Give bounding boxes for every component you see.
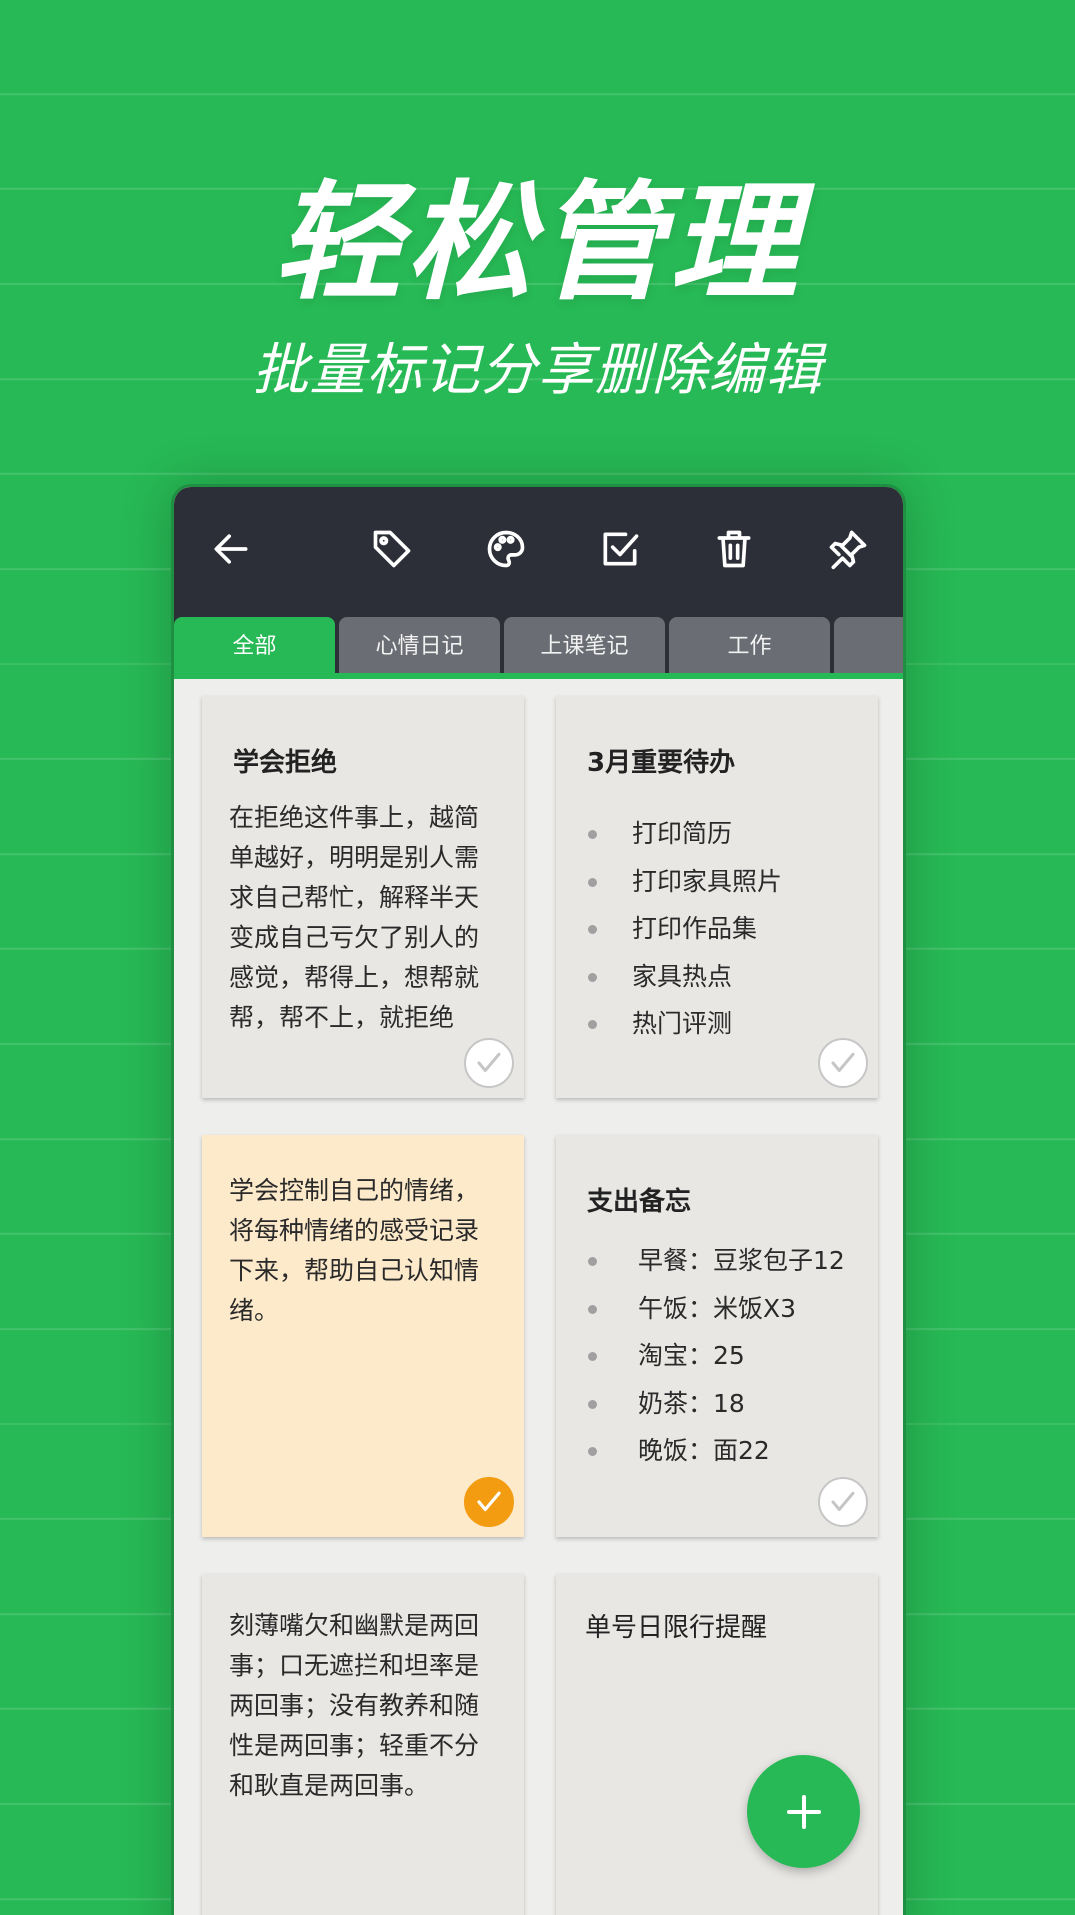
check-icon	[831, 1052, 855, 1072]
list-item: 打印简历	[588, 810, 868, 858]
tag-icon	[373, 530, 411, 568]
list-item: 打印家具照片	[588, 858, 868, 906]
note-title: 支出备忘	[587, 1187, 692, 1217]
note-title: 单号日限行提醒	[585, 1613, 768, 1643]
list-item: 早餐：豆浆包子12	[588, 1237, 868, 1285]
phone-screen: 全部 心情日记 上课笔记 工作 生 学会拒绝 在拒绝这件事上，越简单越好，明明是…	[171, 484, 906, 1915]
select-checkbox[interactable]	[818, 1477, 868, 1527]
note-card[interactable]: 支出备忘 早餐：豆浆包子12 午饭：米饭X3 淘宝：25 奶茶：18 晚饭：面2…	[556, 1135, 878, 1537]
back-button[interactable]	[207, 525, 255, 573]
note-body: 在拒绝这件事上，越简单越好，明明是别人需求自己帮忙，解释半天变成自己亏欠了别人的…	[229, 803, 480, 1032]
pin-button[interactable]	[824, 525, 872, 573]
check-icon	[831, 1491, 855, 1511]
mark-done-button[interactable]	[596, 525, 644, 573]
tab-all[interactable]: 全部	[174, 617, 335, 677]
add-note-button[interactable]	[747, 1755, 860, 1868]
check-icon	[477, 1052, 501, 1072]
tab-class-notes[interactable]: 上课笔记	[504, 617, 665, 677]
palette-icon	[487, 530, 525, 568]
tag-button[interactable]	[368, 525, 416, 573]
select-checkbox[interactable]	[464, 1038, 514, 1088]
expense-list: 早餐：豆浆包子12 午饭：米饭X3 淘宝：25 奶茶：18 晚饭：面22	[588, 1237, 868, 1475]
pin-icon	[829, 530, 867, 570]
color-button[interactable]	[482, 525, 530, 573]
plus-icon	[786, 1794, 821, 1829]
category-tabs: 全部 心情日记 上课笔记 工作 生	[174, 611, 903, 677]
select-checkbox[interactable]	[818, 1038, 868, 1088]
list-item: 打印作品集	[588, 905, 868, 953]
list-item: 家具热点	[588, 953, 868, 1001]
check-icon	[477, 1491, 501, 1512]
back-arrow-icon	[214, 534, 248, 564]
note-card[interactable]: 单号日限行提醒	[556, 1574, 878, 1915]
tab-work[interactable]: 工作	[669, 617, 830, 677]
note-title: 3月重要待办	[587, 748, 736, 778]
hero-title: 轻松管理	[273, 168, 802, 318]
selection-toolbar	[174, 487, 903, 611]
list-item: 午饭：米饭X3	[588, 1285, 868, 1333]
notes-grid: 学会拒绝 在拒绝这件事上，越简单越好，明明是别人需求自己帮忙，解释半天变成自己亏…	[174, 679, 903, 1915]
list-item: 热门评测	[588, 1000, 868, 1048]
note-title: 学会拒绝	[233, 748, 338, 778]
note-card[interactable]: 学会控制自己的情绪，将每种情绪的感受记录下来，帮助自己认知情绪。	[202, 1135, 524, 1537]
note-card[interactable]: 3月重要待办 打印简历 打印家具照片 打印作品集 家具热点 热门评测	[556, 696, 878, 1098]
list-item: 淘宝：25	[588, 1332, 868, 1380]
note-card[interactable]: 学会拒绝 在拒绝这件事上，越简单越好，明明是别人需求自己帮忙，解释半天变成自己亏…	[202, 696, 524, 1098]
todo-list: 打印简历 打印家具照片 打印作品集 家具热点 热门评测	[588, 810, 868, 1048]
tab-mood-diary[interactable]: 心情日记	[339, 617, 500, 677]
list-item: 奶茶：18	[588, 1380, 868, 1428]
note-body: 刻薄嘴欠和幽默是两回事；口无遮拦和坦率是两回事；没有教养和随性是两回事；轻重不分…	[229, 1611, 480, 1800]
checkbox-icon	[603, 532, 639, 566]
note-card[interactable]: 刻薄嘴欠和幽默是两回事；口无遮拦和坦率是两回事；没有教养和随性是两回事；轻重不分…	[202, 1574, 524, 1915]
trash-icon	[717, 530, 751, 568]
tab-life[interactable]: 生	[834, 617, 903, 677]
select-checkbox-checked[interactable]	[464, 1477, 514, 1527]
list-item: 晚饭：面22	[588, 1427, 868, 1475]
hero-subtitle: 批量标记分享删除编辑	[252, 338, 823, 403]
note-body: 学会控制自己的情绪，将每种情绪的感受记录下来，帮助自己认知情绪。	[229, 1176, 480, 1325]
delete-button[interactable]	[710, 525, 758, 573]
